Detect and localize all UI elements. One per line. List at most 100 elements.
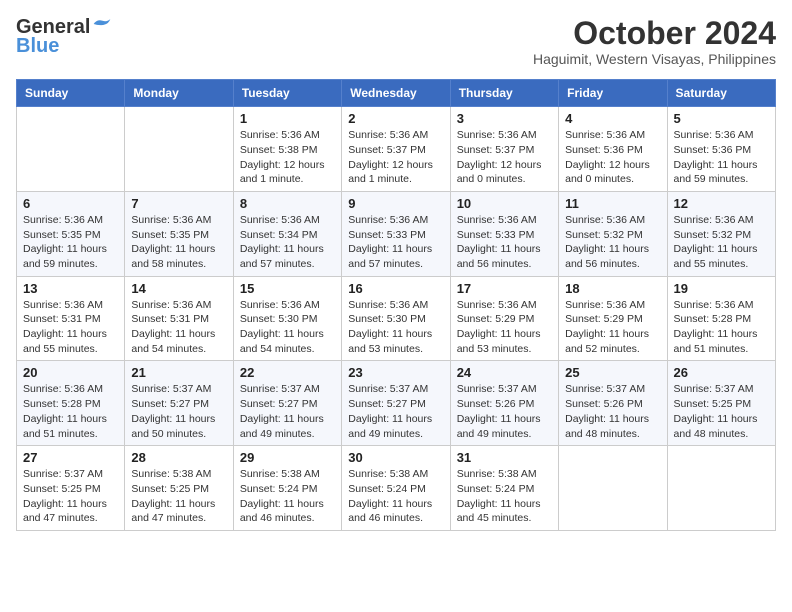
weekday-header-sunday: Sunday: [17, 80, 125, 107]
calendar-table: SundayMondayTuesdayWednesdayThursdayFrid…: [16, 79, 776, 531]
weekday-header-wednesday: Wednesday: [342, 80, 450, 107]
day-number: 14: [131, 281, 226, 296]
calendar-week-row: 20 Sunrise: 5:36 AM Sunset: 5:28 PM Dayli…: [17, 361, 776, 446]
calendar-cell: 9 Sunrise: 5:36 AM Sunset: 5:33 PM Daylig…: [342, 191, 450, 276]
day-number: 13: [23, 281, 118, 296]
calendar-cell: 21Sunrise: 5:37 AM Sunset: 5:27 PM Dayli…: [125, 361, 233, 446]
day-number: 1: [240, 111, 335, 126]
day-number: 8: [240, 196, 335, 211]
day-info: Sunrise: 5:36 AM Sunset: 5:31 PM Dayligh…: [131, 298, 226, 357]
day-info: Sunrise: 5:37 AM Sunset: 5:26 PM Dayligh…: [457, 382, 552, 441]
calendar-cell: 28 Sunrise: 5:38 AM Sunset: 5:25 PM Dayli…: [125, 446, 233, 531]
day-info: Sunrise: 5:38 AM Sunset: 5:24 PM Dayligh…: [348, 467, 443, 526]
day-info: Sunrise: 5:37 AM Sunset: 5:25 PM Dayligh…: [23, 467, 118, 526]
day-info: Sunrise: 5:36 AM Sunset: 5:37 PM Dayligh…: [348, 128, 443, 187]
day-number: 20: [23, 365, 118, 380]
calendar-cell: 2Sunrise: 5:36 AM Sunset: 5:37 PM Daylig…: [342, 107, 450, 192]
calendar-cell: 30 Sunrise: 5:38 AM Sunset: 5:24 PM Dayli…: [342, 446, 450, 531]
calendar-cell: 15 Sunrise: 5:36 AM Sunset: 5:30 PM Dayli…: [233, 276, 341, 361]
day-info: Sunrise: 5:36 AM Sunset: 5:35 PM Dayligh…: [23, 213, 118, 272]
day-number: 15: [240, 281, 335, 296]
day-number: 3: [457, 111, 552, 126]
day-number: 6: [23, 196, 118, 211]
day-info: Sunrise: 5:36 AM Sunset: 5:32 PM Dayligh…: [565, 213, 660, 272]
title-block: October 2024 Haguimit, Western Visayas, …: [533, 16, 776, 67]
day-number: 18: [565, 281, 660, 296]
calendar-cell: 20 Sunrise: 5:36 AM Sunset: 5:28 PM Dayli…: [17, 361, 125, 446]
location-subtitle: Haguimit, Western Visayas, Philippines: [533, 51, 776, 67]
day-info: Sunrise: 5:36 AM Sunset: 5:29 PM Dayligh…: [457, 298, 552, 357]
day-number: 24: [457, 365, 552, 380]
weekday-header-tuesday: Tuesday: [233, 80, 341, 107]
weekday-header-friday: Friday: [559, 80, 667, 107]
day-number: 10: [457, 196, 552, 211]
day-number: 28: [131, 450, 226, 465]
day-info: Sunrise: 5:37 AM Sunset: 5:26 PM Dayligh…: [565, 382, 660, 441]
calendar-cell: [17, 107, 125, 192]
day-info: Sunrise: 5:36 AM Sunset: 5:28 PM Dayligh…: [23, 382, 118, 441]
day-info: Sunrise: 5:36 AM Sunset: 5:31 PM Dayligh…: [23, 298, 118, 357]
day-info: Sunrise: 5:37 AM Sunset: 5:27 PM Dayligh…: [240, 382, 335, 441]
day-info: Sunrise: 5:36 AM Sunset: 5:34 PM Dayligh…: [240, 213, 335, 272]
day-info: Sunrise: 5:36 AM Sunset: 5:36 PM Dayligh…: [674, 128, 769, 187]
calendar-cell: 25 Sunrise: 5:37 AM Sunset: 5:26 PM Dayli…: [559, 361, 667, 446]
calendar-cell: 18 Sunrise: 5:36 AM Sunset: 5:29 PM Dayli…: [559, 276, 667, 361]
day-info: Sunrise: 5:38 AM Sunset: 5:25 PM Dayligh…: [131, 467, 226, 526]
day-info: Sunrise: 5:37 AM Sunset: 5:27 PM Dayligh…: [131, 382, 226, 441]
calendar-cell: 7 Sunrise: 5:36 AM Sunset: 5:35 PM Daylig…: [125, 191, 233, 276]
calendar-cell: 14 Sunrise: 5:36 AM Sunset: 5:31 PM Dayli…: [125, 276, 233, 361]
calendar-cell: 4Sunrise: 5:36 AM Sunset: 5:36 PM Daylig…: [559, 107, 667, 192]
weekday-header-saturday: Saturday: [667, 80, 775, 107]
calendar-cell: 22 Sunrise: 5:37 AM Sunset: 5:27 PM Dayli…: [233, 361, 341, 446]
month-title: October 2024: [533, 16, 776, 51]
day-number: 7: [131, 196, 226, 211]
day-info: Sunrise: 5:37 AM Sunset: 5:27 PM Dayligh…: [348, 382, 443, 441]
day-number: 9: [348, 196, 443, 211]
calendar-cell: 1 Sunrise: 5:36 AM Sunset: 5:38 PM Daylig…: [233, 107, 341, 192]
day-number: 26: [674, 365, 769, 380]
calendar-cell: 3 Sunrise: 5:36 AM Sunset: 5:37 PM Daylig…: [450, 107, 558, 192]
day-info: Sunrise: 5:36 AM Sunset: 5:35 PM Dayligh…: [131, 213, 226, 272]
day-number: 19: [674, 281, 769, 296]
logo-blue: Blue: [16, 35, 59, 58]
day-info: Sunrise: 5:37 AM Sunset: 5:25 PM Dayligh…: [674, 382, 769, 441]
day-info: Sunrise: 5:36 AM Sunset: 5:30 PM Dayligh…: [240, 298, 335, 357]
day-info: Sunrise: 5:36 AM Sunset: 5:33 PM Dayligh…: [457, 213, 552, 272]
calendar-cell: 6 Sunrise: 5:36 AM Sunset: 5:35 PM Daylig…: [17, 191, 125, 276]
day-info: Sunrise: 5:36 AM Sunset: 5:36 PM Dayligh…: [565, 128, 660, 187]
calendar-cell: 31Sunrise: 5:38 AM Sunset: 5:24 PM Dayli…: [450, 446, 558, 531]
day-info: Sunrise: 5:36 AM Sunset: 5:32 PM Dayligh…: [674, 213, 769, 272]
logo: General Blue: [16, 16, 112, 58]
day-number: 12: [674, 196, 769, 211]
calendar-week-row: 27 Sunrise: 5:37 AM Sunset: 5:25 PM Dayli…: [17, 446, 776, 531]
day-info: Sunrise: 5:36 AM Sunset: 5:29 PM Dayligh…: [565, 298, 660, 357]
day-number: 25: [565, 365, 660, 380]
calendar-cell: 23Sunrise: 5:37 AM Sunset: 5:27 PM Dayli…: [342, 361, 450, 446]
day-info: Sunrise: 5:36 AM Sunset: 5:37 PM Dayligh…: [457, 128, 552, 187]
calendar-week-row: 13 Sunrise: 5:36 AM Sunset: 5:31 PM Dayli…: [17, 276, 776, 361]
day-number: 16: [348, 281, 443, 296]
calendar-cell: 5Sunrise: 5:36 AM Sunset: 5:36 PM Daylig…: [667, 107, 775, 192]
day-info: Sunrise: 5:36 AM Sunset: 5:33 PM Dayligh…: [348, 213, 443, 272]
calendar-cell: [559, 446, 667, 531]
weekday-header-thursday: Thursday: [450, 80, 558, 107]
calendar-cell: 26 Sunrise: 5:37 AM Sunset: 5:25 PM Dayli…: [667, 361, 775, 446]
calendar-cell: 17 Sunrise: 5:36 AM Sunset: 5:29 PM Dayli…: [450, 276, 558, 361]
calendar-cell: 19 Sunrise: 5:36 AM Sunset: 5:28 PM Dayli…: [667, 276, 775, 361]
calendar-cell: [667, 446, 775, 531]
day-number: 11: [565, 196, 660, 211]
day-number: 22: [240, 365, 335, 380]
calendar-cell: 29Sunrise: 5:38 AM Sunset: 5:24 PM Dayli…: [233, 446, 341, 531]
calendar-cell: 24 Sunrise: 5:37 AM Sunset: 5:26 PM Dayli…: [450, 361, 558, 446]
day-info: Sunrise: 5:36 AM Sunset: 5:38 PM Dayligh…: [240, 128, 335, 187]
day-number: 30: [348, 450, 443, 465]
day-info: Sunrise: 5:36 AM Sunset: 5:28 PM Dayligh…: [674, 298, 769, 357]
day-number: 17: [457, 281, 552, 296]
day-info: Sunrise: 5:38 AM Sunset: 5:24 PM Dayligh…: [240, 467, 335, 526]
day-info: Sunrise: 5:36 AM Sunset: 5:30 PM Dayligh…: [348, 298, 443, 357]
day-number: 31: [457, 450, 552, 465]
calendar-header-row: SundayMondayTuesdayWednesdayThursdayFrid…: [17, 80, 776, 107]
page-header: General Blue October 2024 Haguimit, West…: [16, 16, 776, 67]
calendar-week-row: 6 Sunrise: 5:36 AM Sunset: 5:35 PM Daylig…: [17, 191, 776, 276]
day-number: 27: [23, 450, 118, 465]
